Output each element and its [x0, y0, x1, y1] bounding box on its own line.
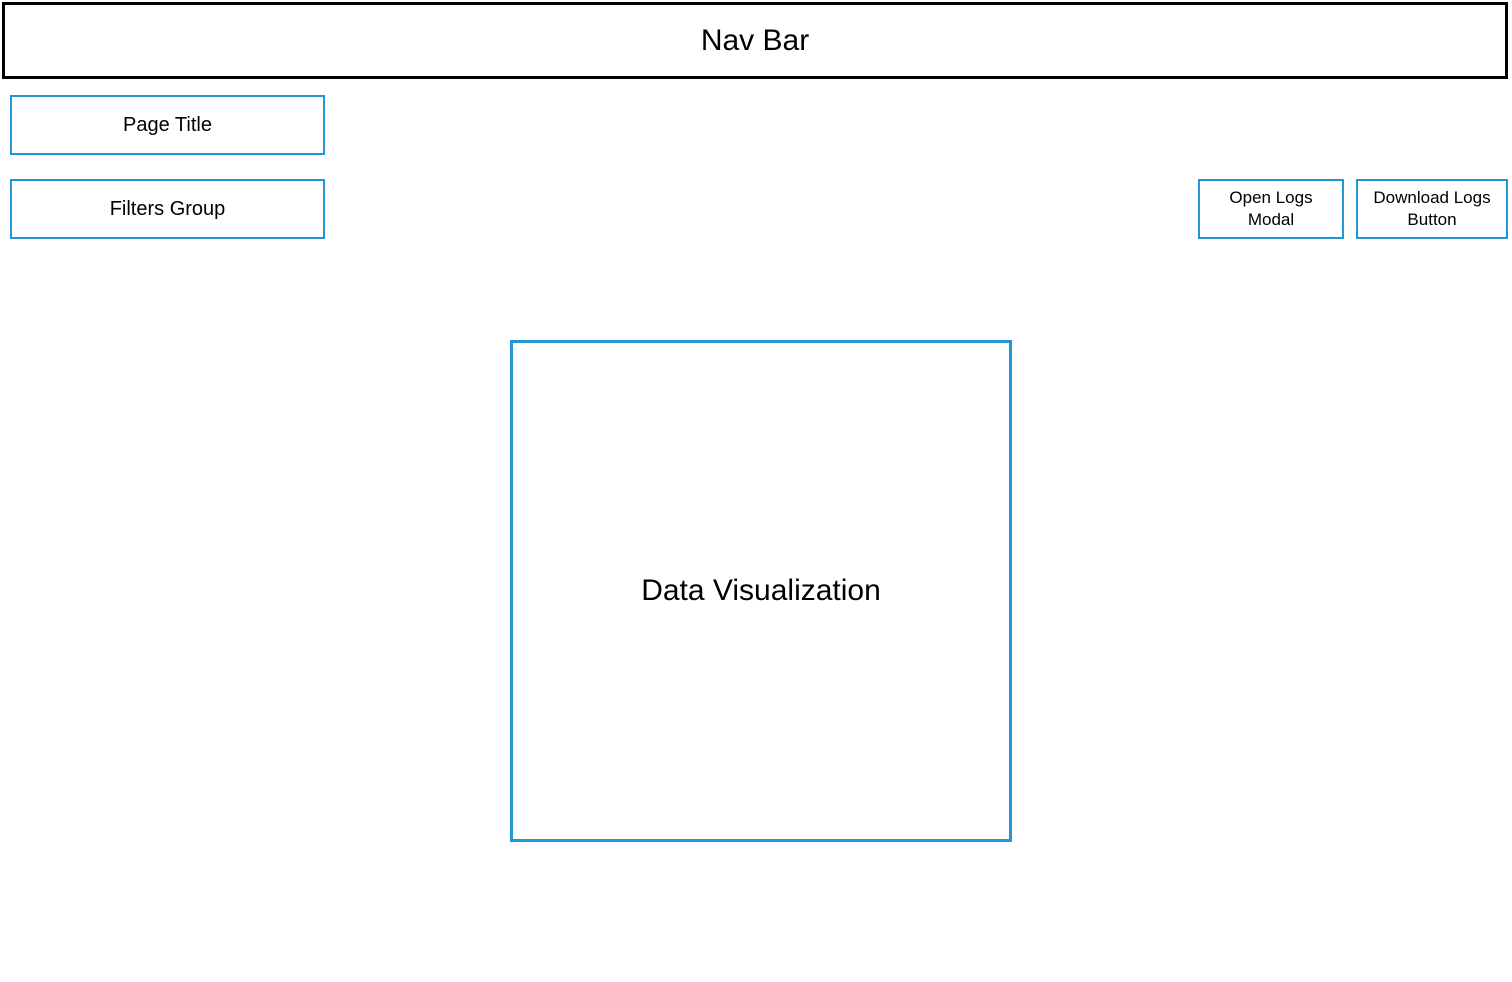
download-logs-button[interactable]: Download Logs Button	[1356, 179, 1508, 239]
filters-group-label: Filters Group	[110, 198, 226, 221]
data-visualization-label: Data Visualization	[641, 574, 881, 608]
filters-group[interactable]: Filters Group	[10, 179, 325, 239]
nav-bar-label: Nav Bar	[701, 24, 809, 58]
download-logs-button-label: Download Logs Button	[1366, 187, 1498, 231]
nav-bar[interactable]: Nav Bar	[2, 2, 1508, 79]
open-logs-modal-label: Open Logs Modal	[1208, 187, 1334, 231]
data-visualization: Data Visualization	[510, 340, 1012, 842]
open-logs-modal-button[interactable]: Open Logs Modal	[1198, 179, 1344, 239]
page-title-label: Page Title	[123, 114, 212, 137]
page-title: Page Title	[10, 95, 325, 155]
